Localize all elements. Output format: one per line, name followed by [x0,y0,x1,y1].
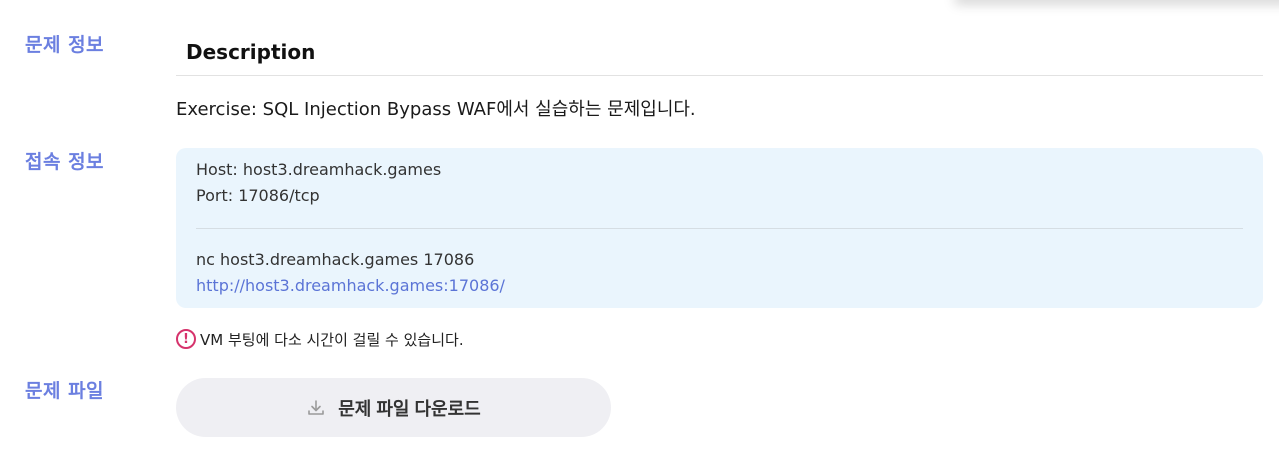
notice-text: VM 부팅에 다소 시간이 걸릴 수 있습니다. [200,330,464,349]
connection-divider [196,228,1243,229]
download-button-label: 문제 파일 다운로드 [338,398,481,419]
download-icon [306,398,326,418]
description-text: Exercise: SQL Injection Bypass WAF에서 실습하… [176,99,696,120]
nc-command: nc host3.dreamhack.games 17086 [196,250,475,269]
description-header: Description [176,38,1263,76]
host-line: Host: host3.dreamhack.games [196,160,442,179]
section-label-problem-file: 문제 파일 [25,380,105,402]
exclamation-circle-icon: ! [176,329,196,349]
boot-notice: ! VM 부팅에 다소 시간이 걸릴 수 있습니다. [176,328,464,350]
connection-info-box: Host: host3.dreamhack.games Port: 17086/… [176,148,1263,308]
description-title: Description [186,40,316,64]
section-label-connection-info: 접속 정보 [25,151,105,173]
section-label-problem-info: 문제 정보 [25,34,105,56]
port-line: Port: 17086/tcp [196,186,320,205]
download-problem-file-button[interactable]: 문제 파일 다운로드 [176,378,611,437]
connection-url-link[interactable]: http://host3.dreamhack.games:17086/ [196,276,505,295]
